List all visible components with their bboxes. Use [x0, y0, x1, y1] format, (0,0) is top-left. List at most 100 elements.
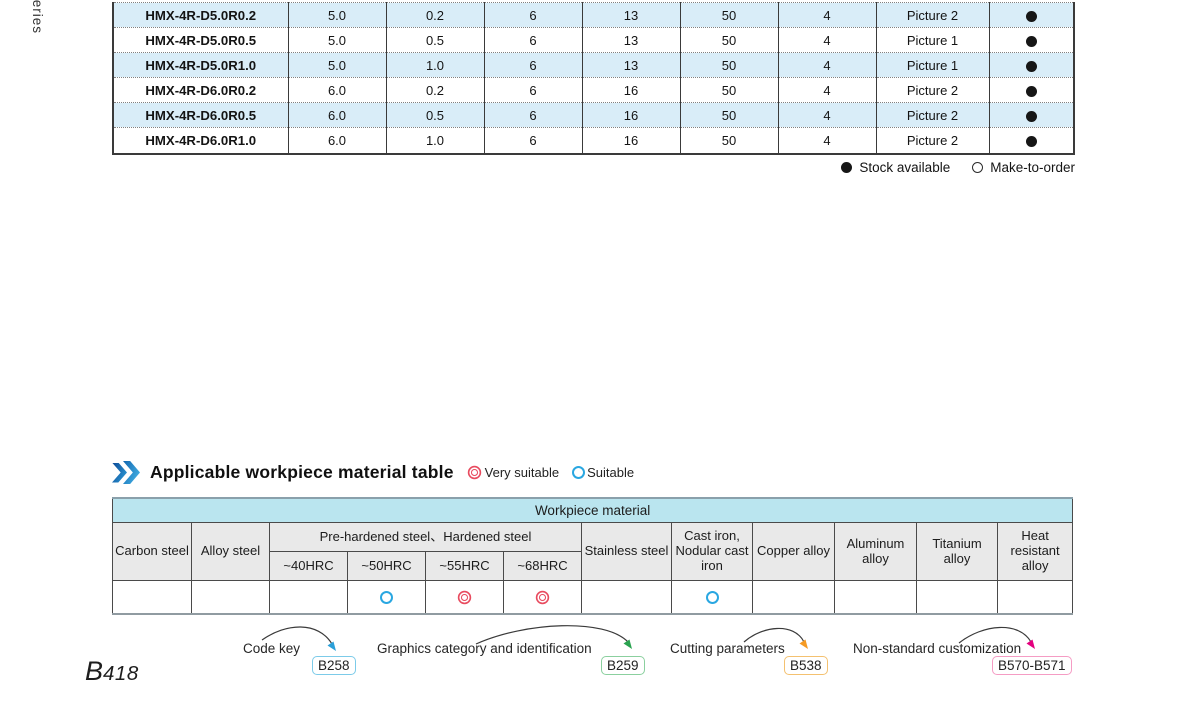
stock-cell — [988, 1, 1074, 28]
value-cell: 4 — [777, 77, 876, 103]
reference-badge-b259[interactable]: B259 — [601, 656, 645, 675]
picture-cell: Picture 1 — [875, 27, 989, 53]
material-section-header: Applicable workpiece material table Very… — [112, 461, 634, 484]
reference-badge-b570-b571[interactable]: B570-B571 — [992, 656, 1072, 675]
picture-cell: Picture 2 — [875, 102, 989, 128]
suitability-legend: Very suitable Suitable — [467, 465, 634, 480]
value-cell: 1.0 — [385, 127, 484, 154]
model-cell: HMX-4R-D5.0R0.2 — [112, 1, 288, 28]
value-cell: 1.0 — [385, 52, 484, 78]
rating-cell — [191, 580, 270, 615]
product-row: HMX-4R-D5.0R1.0 5.0 1.0 6 13 50 4 Pictur… — [112, 52, 1074, 78]
value-cell: 6.0 — [287, 127, 386, 154]
column-header-carbon-steel: Carbon steel — [112, 522, 192, 581]
model-cell: HMX-4R-D5.0R0.5 — [112, 27, 288, 53]
stock-cell — [988, 127, 1074, 154]
workpiece-material-header: Workpiece material — [111, 497, 1074, 523]
rating-cell — [503, 580, 582, 615]
curved-arrow-icon — [475, 625, 632, 649]
value-cell: 50 — [679, 77, 778, 103]
reference-badge-b258[interactable]: B258 — [312, 656, 356, 675]
value-cell: 6 — [483, 77, 582, 103]
reference-badge-b538[interactable]: B538 — [784, 656, 828, 675]
double-chevron-icon — [112, 461, 140, 484]
value-cell: 5.0 — [287, 52, 386, 78]
page-number: B418 — [85, 656, 139, 687]
hrc-header-68: ~68HRC — [503, 551, 582, 581]
value-cell: 0.5 — [385, 27, 484, 53]
value-cell: 50 — [679, 1, 778, 28]
rating-cell — [996, 580, 1074, 615]
value-cell: 13 — [581, 27, 680, 53]
value-cell: 5.0 — [287, 1, 386, 28]
rating-cell — [916, 580, 998, 615]
value-cell: 50 — [679, 27, 778, 53]
model-cell: HMX-4R-D6.0R0.5 — [112, 102, 288, 128]
stock-available-dot-icon — [1025, 110, 1037, 122]
value-cell: 6 — [483, 127, 582, 154]
rating-cell — [834, 580, 917, 615]
rating-cell — [347, 580, 426, 615]
rating-cell — [752, 580, 835, 615]
stock-available-dot-icon — [1025, 10, 1037, 22]
legend-make-to-order: Make-to-order — [972, 160, 1075, 175]
value-cell: 0.2 — [385, 77, 484, 103]
value-cell: 6 — [483, 1, 582, 28]
product-row: HMX-4R-D6.0R0.5 6.0 0.5 6 16 50 4 Pictur… — [112, 102, 1074, 128]
value-cell: 4 — [777, 1, 876, 28]
page-number-digits: 418 — [103, 662, 139, 685]
value-cell: 4 — [777, 102, 876, 128]
value-cell: 4 — [777, 127, 876, 154]
group-header-hardened-steel: Pre-hardened steel、Hardened steel — [269, 522, 582, 552]
value-cell: 6.0 — [287, 77, 386, 103]
hrc-header-50: ~50HRC — [347, 551, 426, 581]
rating-cell — [112, 580, 192, 615]
rating-cell — [581, 580, 672, 615]
curved-arrow-icon — [958, 626, 1035, 649]
very-suitable-label: Very suitable — [484, 465, 560, 480]
stock-cell — [988, 27, 1074, 53]
column-header-aluminum-alloy: Aluminum alloy — [834, 522, 917, 581]
vertical-series-label: series — [30, 0, 45, 35]
column-header-copper-alloy: Copper alloy — [752, 522, 835, 581]
value-cell: 0.5 — [385, 102, 484, 128]
value-cell: 50 — [679, 127, 778, 154]
value-cell: 5.0 — [287, 27, 386, 53]
value-cell: 6 — [483, 27, 582, 53]
value-cell: 16 — [581, 102, 680, 128]
stock-cell — [988, 77, 1074, 103]
column-header-cast-iron: Cast iron, Nodular cast iron — [671, 522, 753, 581]
value-cell: 0.2 — [385, 1, 484, 28]
stock-legend: Stock available Make-to-order — [112, 158, 1075, 176]
stock-available-dot-icon — [1025, 85, 1037, 97]
value-cell: 13 — [581, 1, 680, 28]
make-to-order-circle-icon — [972, 161, 984, 173]
column-header-alloy-steel: Alloy steel — [191, 522, 270, 581]
page-number-prefix: B — [85, 656, 104, 686]
column-header-titanium-alloy: Titanium alloy — [916, 522, 998, 581]
hrc-header-40: ~40HRC — [269, 551, 348, 581]
product-row: HMX-4R-D5.0R0.2 5.0 0.2 6 13 50 4 Pictur… — [112, 1, 1074, 28]
section-title: Applicable workpiece material table — [150, 462, 454, 482]
workpiece-material-table: Workpiece material Carbon steel Alloy st… — [111, 497, 1074, 615]
column-header-heat-resistant-alloy: Heat resistant alloy — [996, 522, 1074, 581]
curved-arrow-icon — [743, 627, 808, 649]
value-cell: 50 — [679, 52, 778, 78]
value-cell: 6 — [483, 52, 582, 78]
suitable-label: Suitable — [587, 465, 635, 480]
picture-cell: Picture 2 — [875, 77, 989, 103]
stock-available-dot-icon — [1025, 136, 1037, 148]
value-cell: 6 — [483, 102, 582, 128]
value-cell: 4 — [777, 27, 876, 53]
suitable-icon — [572, 466, 586, 479]
value-cell: 13 — [581, 52, 680, 78]
picture-cell: Picture 2 — [875, 127, 989, 154]
picture-cell: Picture 1 — [875, 52, 989, 78]
picture-cell: Picture 2 — [875, 1, 989, 28]
stock-available-dot-icon — [1025, 60, 1037, 72]
very-suitable-icon — [470, 469, 478, 476]
product-row: HMX-4R-D6.0R1.0 6.0 1.0 6 16 50 4 Pictur… — [112, 127, 1074, 154]
value-cell: 6.0 — [287, 102, 386, 128]
value-cell: 50 — [679, 102, 778, 128]
model-cell: HMX-4R-D5.0R1.0 — [112, 52, 288, 78]
